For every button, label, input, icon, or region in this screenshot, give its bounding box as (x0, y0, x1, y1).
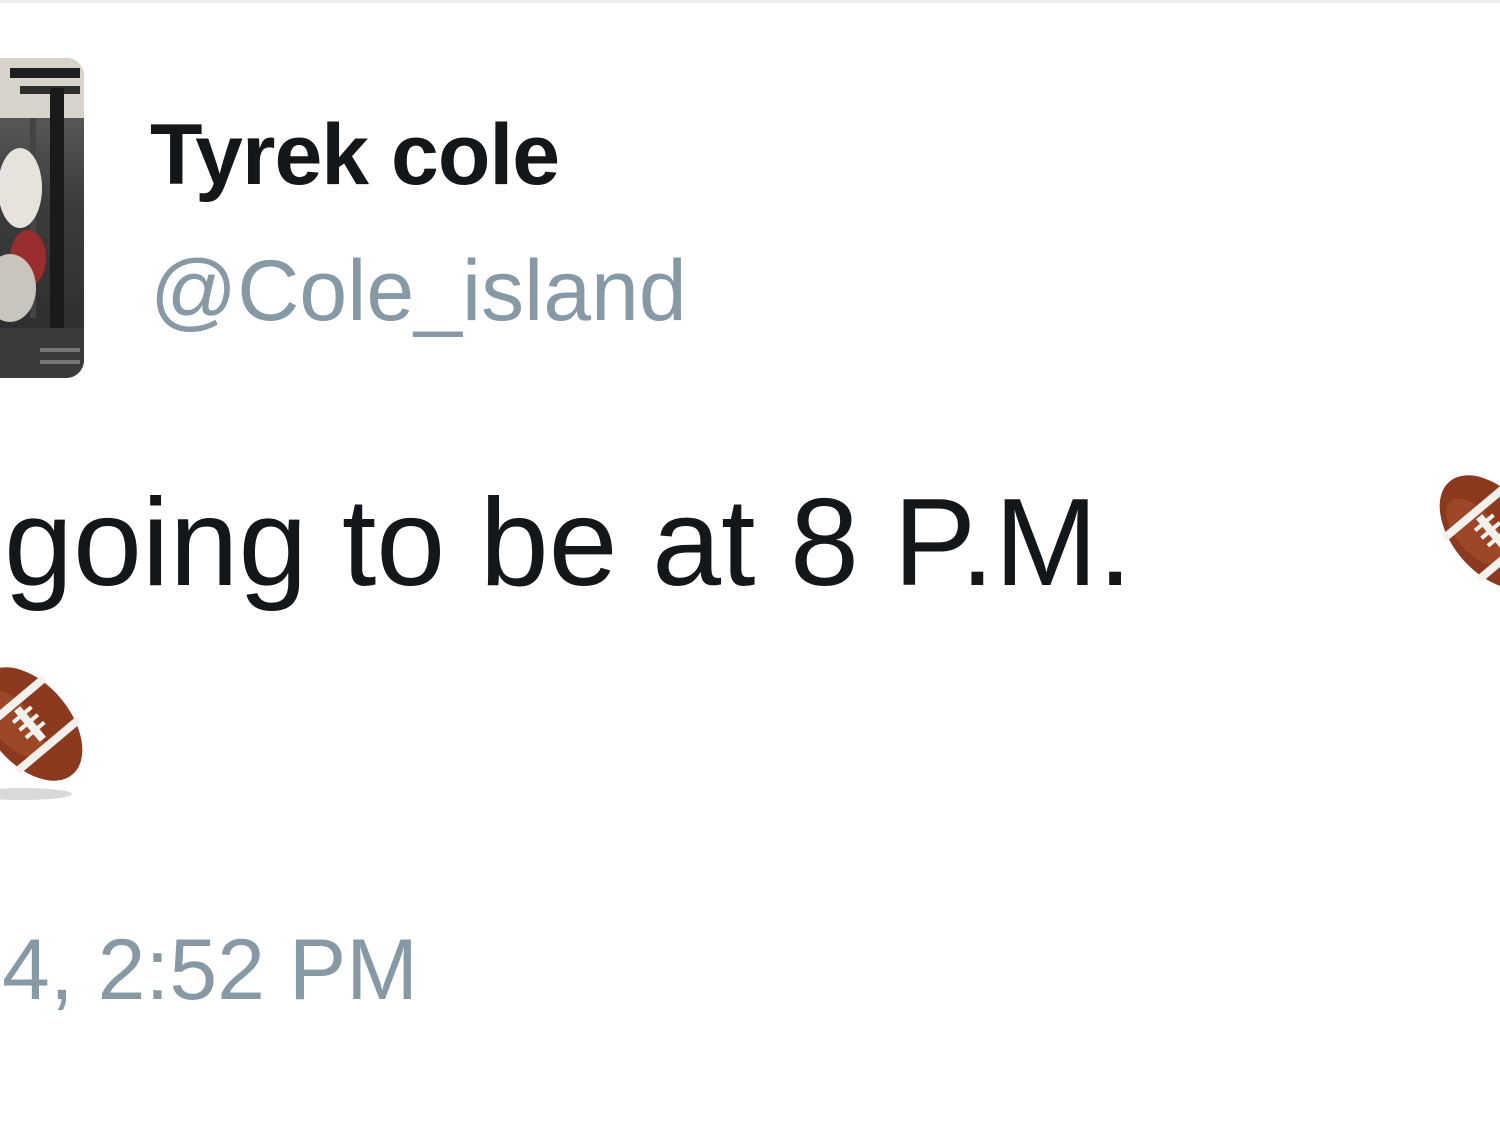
divider (0, 0, 1500, 3)
tweet-timestamp[interactable]: 4, 2:52 PM (2, 915, 418, 1025)
avatar-image (0, 58, 84, 378)
tweet-card: Tyrek cole @Cole_island going to be at 8… (0, 0, 1500, 1125)
user-handle[interactable]: @Cole_island (150, 236, 687, 346)
avatar[interactable] (0, 58, 84, 378)
tweet-text: going to be at 8 P.M. (4, 474, 1133, 612)
display-name[interactable]: Tyrek cole (150, 100, 560, 210)
american-football-icon (0, 652, 90, 807)
american-football-icon (1422, 462, 1500, 607)
